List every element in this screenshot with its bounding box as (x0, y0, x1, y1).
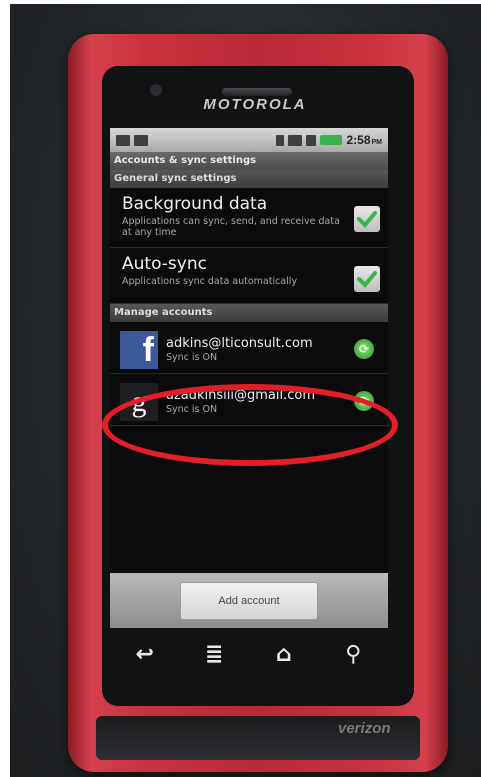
clock: 2:58PM (346, 133, 382, 147)
background-data-summary: Applications can sync, send, and receive… (122, 216, 340, 238)
bluetooth-icon (276, 134, 285, 146)
highlight-ellipse (102, 384, 398, 466)
search-key-icon[interactable]: ⚲ (333, 642, 373, 667)
auto-sync-title: Auto-sync (122, 254, 207, 274)
account-sync-status: Sync is ON (166, 351, 218, 363)
auto-sync-setting[interactable]: Auto-sync Applications sync data automat… (110, 248, 388, 304)
notification-icon (116, 134, 130, 146)
phone-screen: 2:58PM Accounts & sync settings General … (110, 128, 388, 628)
bottom-action-bar: Add account (110, 573, 388, 628)
front-camera (150, 84, 162, 96)
facebook-icon: f (120, 330, 158, 369)
back-key-icon[interactable]: ↩ (125, 642, 165, 667)
home-key-icon[interactable]: ⌂ (264, 642, 304, 667)
account-row-facebook[interactable]: f adkins@lticonsult.com Sync is ON ⟳ (110, 322, 388, 374)
sync-icon: ⟳ (354, 339, 374, 359)
checkmark-icon (357, 271, 377, 288)
section-header-manage: Manage accounts (110, 304, 388, 322)
background-data-title: Background data (122, 194, 268, 214)
carrier-logo: verizon (338, 720, 391, 737)
status-bar: 2:58PM (110, 128, 388, 152)
notification-icon (134, 134, 148, 146)
signal-icon (306, 134, 317, 146)
add-account-button[interactable]: Add account (180, 581, 318, 620)
background-data-checkbox[interactable] (354, 206, 380, 232)
checkmark-icon (357, 211, 377, 228)
network-3g-icon (288, 134, 303, 146)
menu-key-icon[interactable]: ≣ (194, 642, 234, 667)
background-data-setting[interactable]: Background data Applications can sync, s… (110, 188, 388, 248)
brand-logo: MOTOROLA (203, 96, 307, 113)
hardware-keys: ↩ ≣ ⌂ ⚲ (110, 632, 388, 676)
battery-icon (320, 135, 343, 145)
account-email: adkins@lticonsult.com (166, 335, 313, 351)
auto-sync-checkbox[interactable] (354, 266, 380, 292)
earpiece-speaker (222, 88, 292, 96)
auto-sync-summary: Applications sync data automatically (122, 276, 298, 287)
page-title: Accounts & sync settings (110, 152, 388, 170)
section-header-general: General sync settings (110, 170, 388, 188)
